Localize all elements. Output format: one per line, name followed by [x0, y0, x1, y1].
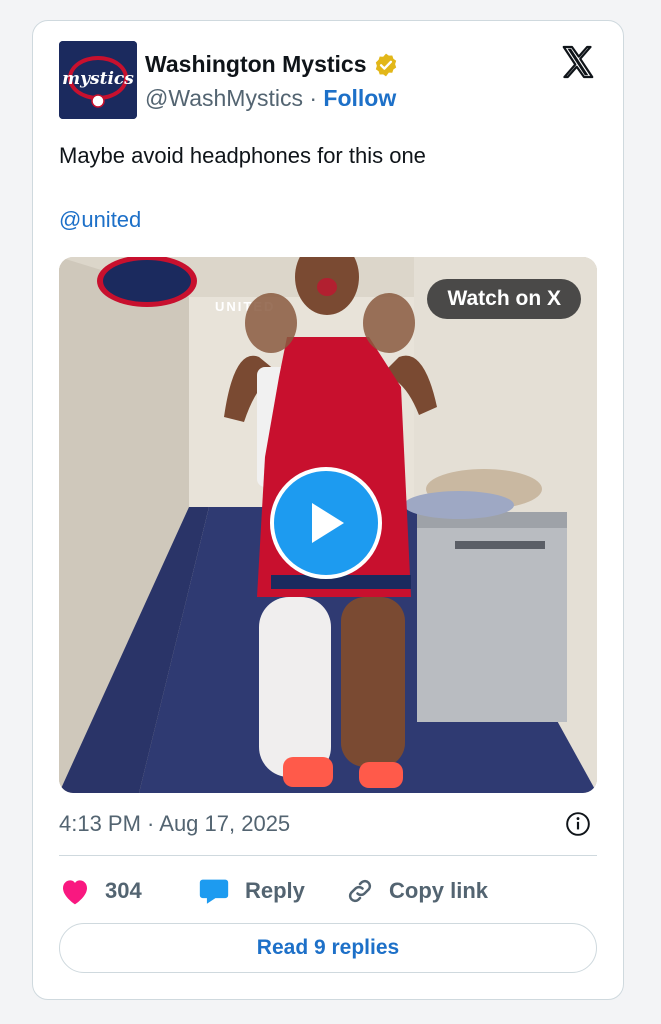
action-bar: 304 Reply Copy link [59, 871, 597, 911]
play-button[interactable] [270, 467, 382, 579]
follow-button[interactable]: Follow [323, 85, 396, 111]
handle-row: @WashMystics · Follow [145, 85, 396, 112]
watch-on-x-button[interactable]: Watch on X [427, 279, 581, 319]
avatar[interactable]: mystics [59, 41, 137, 119]
mystics-logo-text: mystics [62, 69, 134, 89]
heart-icon [63, 880, 87, 905]
author-name[interactable]: Washington Mystics [145, 51, 367, 78]
tweet-timestamp[interactable]: 4:13 PM · Aug 17, 2025 [59, 811, 290, 837]
copy-link-action[interactable]: Copy link [345, 871, 488, 911]
like-action[interactable]: 304 [59, 871, 142, 911]
reply-label: Reply [245, 878, 305, 903]
x-logo-icon[interactable] [559, 43, 597, 81]
tweet-text: Maybe avoid headphones for this one [59, 143, 426, 168]
reply-action[interactable]: Reply [197, 871, 305, 911]
author-name-row[interactable]: Washington Mystics [145, 51, 399, 78]
verified-badge-icon [375, 53, 396, 76]
like-count: 304 [105, 878, 142, 903]
video-media[interactable]: UNITED Watch on X [59, 257, 597, 793]
author-handle[interactable]: @WashMystics [145, 85, 303, 111]
play-icon [312, 503, 344, 543]
tweet-embed-card: mystics Washington Mystics @WashMystics … [32, 20, 624, 1000]
link-icon [348, 879, 372, 903]
read-replies-button[interactable]: Read 9 replies [59, 923, 597, 973]
mention-link[interactable]: @united [59, 207, 141, 233]
info-icon[interactable] [565, 811, 591, 837]
separator-dot: · [309, 85, 318, 111]
reply-bubble-icon [199, 879, 229, 904]
copy-link-label: Copy link [389, 878, 489, 903]
divider [59, 855, 597, 856]
